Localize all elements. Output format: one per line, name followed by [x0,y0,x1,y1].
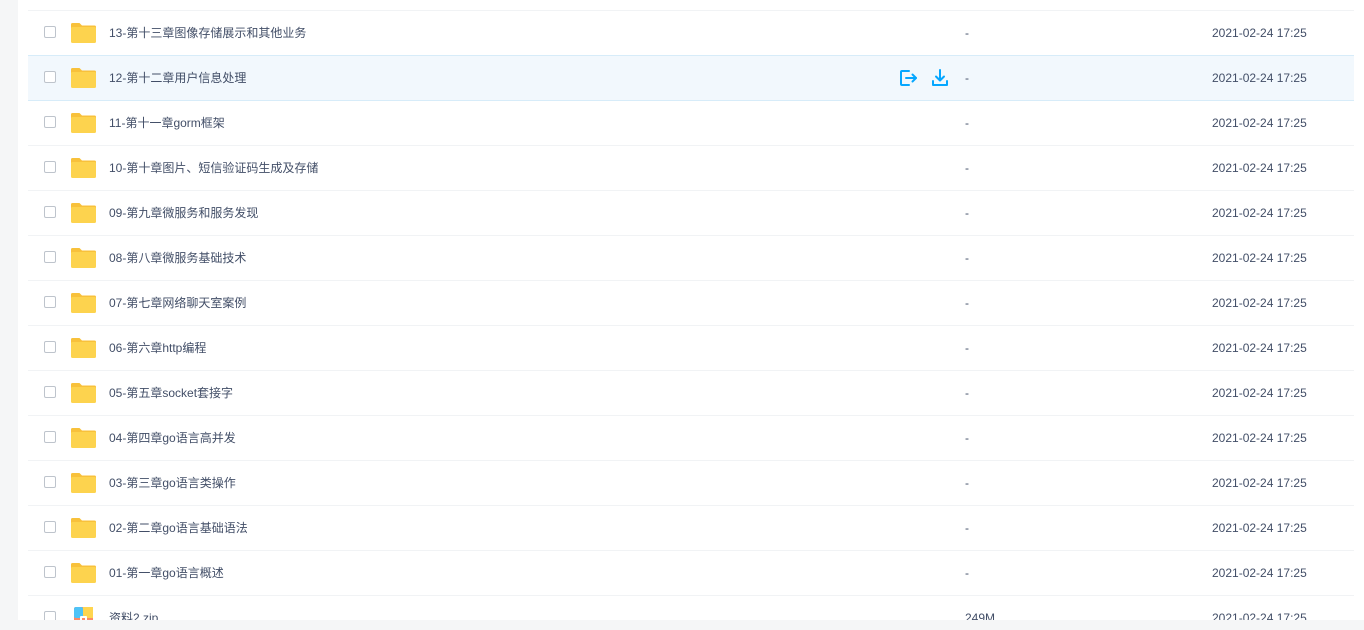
file-modified-date: 2021-02-24 17:25 [1212,116,1307,130]
file-size: - [965,296,969,310]
folder-icon [70,157,97,179]
file-size: - [965,476,969,490]
folder-icon [70,472,97,494]
file-size: - [965,116,969,130]
row-checkbox[interactable] [44,386,56,398]
folder-icon [70,247,97,269]
file-name[interactable]: 09-第九章微服务和服务发现 [109,191,258,235]
file-size: - [965,431,969,445]
row-checkbox[interactable] [44,611,56,620]
file-size: - [965,251,969,265]
row-checkbox[interactable] [44,476,56,488]
file-name[interactable]: 07-第七章网络聊天室案例 [109,281,246,325]
file-name[interactable]: 01-第一章go语言概述 [109,551,224,595]
file-row[interactable]: 05-第五章socket套接字 - 2021-02-24 17:25 [28,371,1354,416]
share-icon[interactable] [898,68,918,88]
download-icon[interactable] [930,68,950,88]
row-checkbox[interactable] [44,26,56,38]
file-modified-date: 2021-02-24 17:25 [1212,296,1307,310]
file-row[interactable]: 03-第三章go语言类操作 - 2021-02-24 17:25 [28,461,1354,506]
file-name[interactable]: 10-第十章图片、短信验证码生成及存储 [109,146,318,190]
folder-icon [70,202,97,224]
row-checkbox[interactable] [44,116,56,128]
file-row[interactable]: 07-第七章网络聊天室案例 - 2021-02-24 17:25 [28,281,1354,326]
row-checkbox[interactable] [44,296,56,308]
row-checkbox[interactable] [44,206,56,218]
file-name[interactable]: 12-第十二章用户信息处理 [109,56,246,100]
file-modified-date: 2021-02-24 17:25 [1212,71,1307,85]
row-checkbox[interactable] [44,161,56,173]
file-name[interactable]: 资料2.zip [109,596,158,620]
file-modified-date: 2021-02-24 17:25 [1212,251,1307,265]
folder-icon [70,112,97,134]
file-name[interactable]: 03-第三章go语言类操作 [109,461,236,505]
row-checkbox[interactable] [44,566,56,578]
file-row[interactable]: 09-第九章微服务和服务发现 - 2021-02-24 17:25 [28,191,1354,236]
file-row[interactable]: 01-第一章go语言概述 - 2021-02-24 17:25 [28,551,1354,596]
file-name[interactable]: 11-第十一章gorm框架 [109,101,225,145]
file-modified-date: 2021-02-24 17:25 [1212,611,1307,620]
row-checkbox[interactable] [44,251,56,263]
file-size: - [965,386,969,400]
file-row[interactable]: 10-第十章图片、短信验证码生成及存储 - 2021-02-24 17:25 [28,146,1354,191]
file-size: - [965,206,969,220]
file-modified-date: 2021-02-24 17:25 [1212,386,1307,400]
folder-icon [70,292,97,314]
file-name[interactable]: 04-第四章go语言高并发 [109,416,236,460]
file-row[interactable]: 06-第六章http编程 - 2021-02-24 17:25 [28,326,1354,371]
row-checkbox[interactable] [44,521,56,533]
row-checkbox[interactable] [44,341,56,353]
file-modified-date: 2021-02-24 17:25 [1212,476,1307,490]
file-modified-date: 2021-02-24 17:25 [1212,566,1307,580]
folder-icon [70,67,97,89]
file-name[interactable]: 13-第十三章图像存储展示和其他业务 [109,11,306,55]
file-list: 13-第十三章图像存储展示和其他业务 - 2021-02-24 17:25 12-第… [28,10,1354,620]
file-modified-date: 2021-02-24 17:25 [1212,206,1307,220]
file-modified-date: 2021-02-24 17:25 [1212,26,1307,40]
file-size: - [965,161,969,175]
file-size: - [965,26,969,40]
file-size: - [965,566,969,580]
file-row[interactable]: 11-第十一章gorm框架 - 2021-02-24 17:25 [28,101,1354,146]
folder-icon [70,427,97,449]
folder-icon [70,562,97,584]
file-size: - [965,521,969,535]
row-checkbox[interactable] [44,71,56,83]
file-row[interactable]: 资料2.zip 249M 2021-02-24 17:25 [28,596,1354,620]
folder-icon [70,337,97,359]
folder-icon [70,382,97,404]
row-checkbox[interactable] [44,431,56,443]
file-name[interactable]: 06-第六章http编程 [109,326,206,370]
row-actions [898,68,950,88]
folder-icon [70,517,97,539]
file-name[interactable]: 05-第五章socket套接字 [109,371,233,415]
file-name[interactable]: 02-第二章go语言基础语法 [109,506,248,550]
file-name[interactable]: 08-第八章微服务基础技术 [109,236,246,280]
zip-file-icon [70,607,97,620]
file-modified-date: 2021-02-24 17:25 [1212,341,1307,355]
file-size: - [965,341,969,355]
file-modified-date: 2021-02-24 17:25 [1212,431,1307,445]
file-size: - [965,71,969,85]
file-modified-date: 2021-02-24 17:25 [1212,521,1307,535]
file-list-panel: 13-第十三章图像存储展示和其他业务 - 2021-02-24 17:25 12-第… [18,0,1364,620]
file-row[interactable]: 13-第十三章图像存储展示和其他业务 - 2021-02-24 17:25 [28,10,1354,56]
file-row[interactable]: 02-第二章go语言基础语法 - 2021-02-24 17:25 [28,506,1354,551]
file-row[interactable]: 12-第十二章用户信息处理 - 2021-02-24 17:25 [28,55,1354,101]
file-size: 249M [965,611,996,620]
file-modified-date: 2021-02-24 17:25 [1212,161,1307,175]
file-row[interactable]: 08-第八章微服务基础技术 - 2021-02-24 17:25 [28,236,1354,281]
folder-icon [70,22,97,44]
file-row[interactable]: 04-第四章go语言高并发 - 2021-02-24 17:25 [28,416,1354,461]
